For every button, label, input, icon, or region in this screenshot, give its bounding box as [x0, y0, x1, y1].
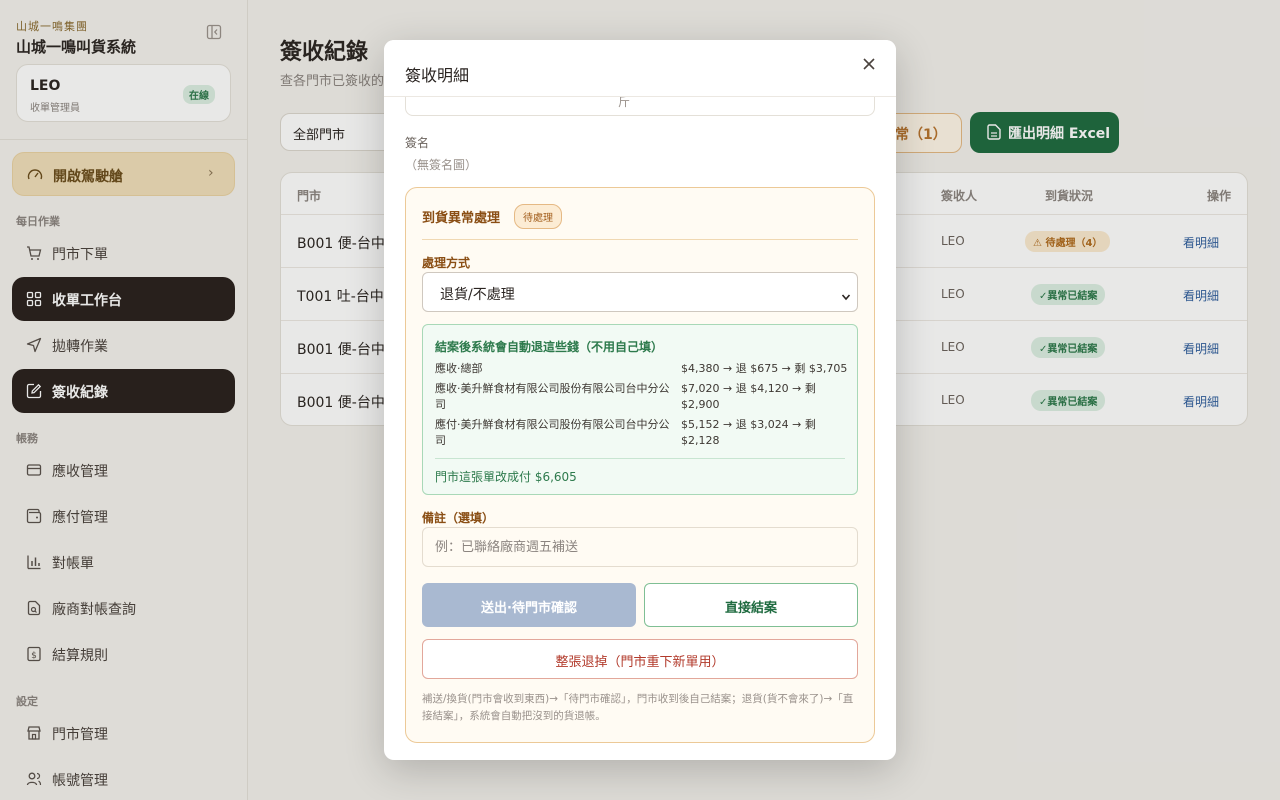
divider [435, 458, 845, 459]
refund-line-value: $7,020 → 退 $4,120 → 剩 $2,900 [681, 382, 816, 411]
reject-button-label: 整張退掉（門市重下新單用） [555, 655, 725, 670]
signature-value: （無簽名圖） [405, 158, 478, 172]
method-select-value: 退貨/不處理 [440, 287, 515, 303]
refund-line-value: $4,380 → 退 $675 → 剩 $3,705 [681, 362, 848, 375]
send-await-store-confirm-button[interactable]: 送出·待門市確認 [422, 583, 636, 627]
auto-refund-summary: 結案後系統會自動退這些錢（不用自己填） 應收·總部 $4,380 → 退 $67… [422, 324, 858, 495]
close-icon[interactable] [862, 56, 878, 72]
note-input[interactable] [422, 527, 858, 567]
method-select[interactable]: 退貨/不處理 [422, 272, 858, 312]
send-button-label: 送出·待門市確認 [481, 601, 577, 616]
close-case-button[interactable]: 直接結案 [644, 583, 858, 627]
auto-refund-title: 結案後系統會自動退這些錢（不用自己填） [435, 340, 664, 354]
abnormal-handling-panel: 到貨異常處理 待處理 處理方式 退貨/不處理 結案後系統會自動退這些錢（不用自己… [405, 187, 875, 743]
sign-detail-modal: 簽收明細 斤 簽名 （無簽名圖） 到貨異常處理 待處理 處理方式 退貨/不處理 … [384, 40, 896, 760]
help-text: 補送/換貨(門市會收到東西)→「待門市確認」，門市收到後自己結案；退貨(貨不會來… [422, 693, 854, 722]
reject-whole-order-button[interactable]: 整張退掉（門市重下新單用） [422, 639, 858, 679]
divider [422, 239, 858, 240]
refund-line-value: $5,152 → 退 $3,024 → 剩 $2,128 [681, 418, 816, 447]
modal-header: 簽收明細 [384, 40, 896, 97]
refund-line-label: 應付·美升鮮食材有限公司股份有限公司台中分公司 [435, 418, 670, 447]
modal-title: 簽收明細 [405, 66, 470, 85]
abnormal-handling-title: 到貨異常處理 [422, 211, 501, 226]
status-badge: 待處理 [514, 204, 562, 229]
refund-line-label: 應收·美升鮮食材有限公司股份有限公司台中分公司 [435, 382, 670, 411]
store-new-payment-total: 門市這張單改成付 $6,605 [435, 470, 577, 484]
signature-label: 簽名 [405, 136, 430, 150]
chevron-down-icon [841, 287, 851, 306]
close-case-label: 直接結案 [724, 601, 777, 616]
note-label: 備註（選填） [422, 511, 495, 525]
method-label: 處理方式 [422, 256, 471, 270]
refund-line-label: 應收·總部 [435, 362, 483, 375]
